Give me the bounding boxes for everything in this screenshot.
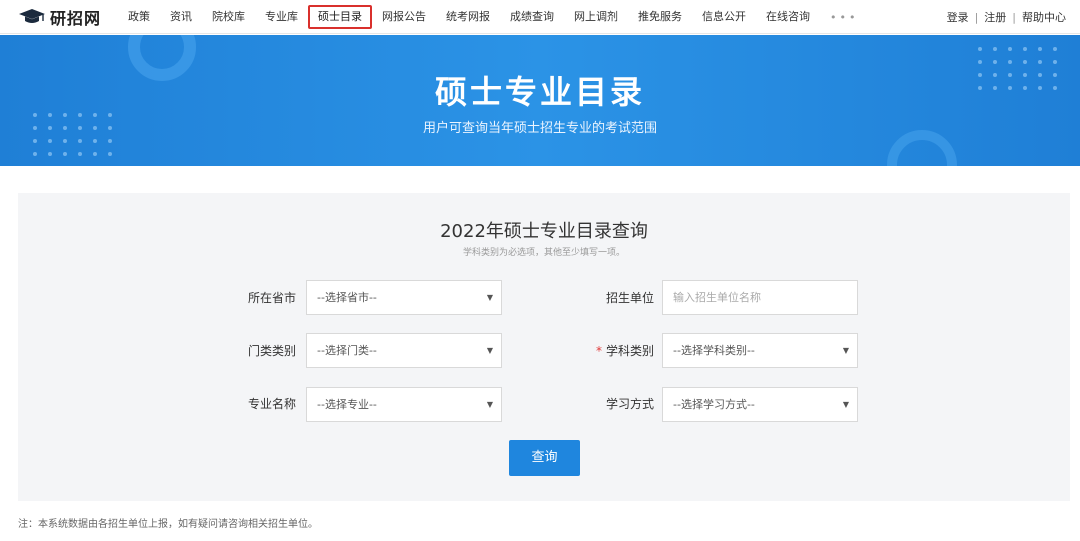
discipline-label-text: 学科类别 — [605, 344, 654, 358]
page-banner: 硕士专业目录 用户可查询当年硕士招生专业的考试范围 — [0, 35, 1080, 166]
province-select[interactable]: --选择省市-- ▼ — [306, 280, 502, 315]
nav-item-master-catalog[interactable]: 硕士目录 — [308, 5, 372, 29]
nav-item-announcements[interactable]: 网报公告 — [372, 5, 436, 29]
form-hint: 学科类别为必选项，其他至少填写一项。 — [462, 248, 625, 258]
register-link[interactable]: 注册 — [984, 9, 1006, 25]
nav-item-registration[interactable]: 统考网报 — [436, 5, 500, 29]
nav-item-disclosure[interactable]: 信息公开 — [692, 5, 756, 29]
site-logo[interactable]: 研招网 — [18, 6, 101, 28]
caret-down-icon: ▼ — [842, 400, 849, 409]
discipline-select[interactable]: --选择学科类别-- ▼ — [662, 333, 858, 368]
footer-note: 注：本系统数据由各招生单位上报，如有疑问请咨询相关招生单位。 — [18, 519, 318, 530]
brand-name: 研招网 — [50, 9, 102, 28]
query-button[interactable]: 查询 — [509, 440, 580, 476]
nav-item-scores[interactable]: 成绩查询 — [500, 5, 564, 29]
major-label: 专业名称 — [247, 397, 296, 411]
page-subtitle: 用户可查询当年硕士招生专业的考试范围 — [422, 121, 657, 136]
category-label: 门类类别 — [247, 344, 296, 358]
form-title: 2022年硕士专业目录查询 — [440, 221, 648, 242]
graduation-cap-icon — [19, 9, 45, 23]
major-select-value: --选择专业-- — [317, 398, 377, 411]
study-mode-label: 学习方式 — [605, 397, 654, 411]
discipline-select-value: --选择学科类别-- — [673, 344, 755, 357]
nav-item-adjustment[interactable]: 网上调剂 — [564, 5, 628, 29]
province-label: 所在省市 — [247, 291, 296, 305]
required-mark: * — [595, 344, 602, 358]
auth-separator: | — [974, 10, 979, 24]
caret-down-icon: ▼ — [486, 400, 493, 409]
unit-label: 招生单位 — [605, 291, 654, 305]
study-mode-select[interactable]: --选择学习方式-- ▼ — [662, 387, 858, 422]
nav-item-news[interactable]: 资讯 — [160, 5, 202, 29]
nav-item-consult[interactable]: 在线咨询 — [756, 5, 820, 29]
nav-item-schools[interactable]: 院校库 — [202, 5, 255, 29]
discipline-label: * 学科类别 — [564, 334, 654, 368]
category-select-value: --选择门类-- — [317, 344, 377, 357]
page-title: 硕士专业目录 — [434, 73, 645, 111]
top-navbar: 研招网 政策 资讯 院校库 专业库 硕士目录 网报公告 统考网报 成绩查询 网上… — [0, 0, 1080, 34]
caret-down-icon: ▼ — [842, 346, 849, 355]
unit-input-placeholder: 输入招生单位名称 — [673, 291, 761, 304]
caret-down-icon: ▼ — [486, 293, 493, 302]
login-link[interactable]: 登录 — [947, 9, 969, 25]
unit-input[interactable]: 输入招生单位名称 — [662, 280, 858, 315]
nav-item-recommendation[interactable]: 推免服务 — [628, 5, 692, 29]
more-icon[interactable]: ••• — [820, 11, 868, 24]
nav-item-majors[interactable]: 专业库 — [255, 5, 308, 29]
auth-links: 登录 | 注册 | 帮助中心 — [947, 0, 1066, 34]
province-select-value: --选择省市-- — [317, 291, 377, 304]
nav-item-policy[interactable]: 政策 — [118, 5, 160, 29]
study-mode-select-value: --选择学习方式-- — [673, 398, 755, 411]
main-nav: 政策 资讯 院校库 专业库 硕士目录 网报公告 统考网报 成绩查询 网上调剂 推… — [118, 0, 868, 34]
category-select[interactable]: --选择门类-- ▼ — [306, 333, 502, 368]
query-form-panel: 2022年硕士专业目录查询 学科类别为必选项，其他至少填写一项。 所在省市 --… — [18, 193, 1070, 501]
auth-separator: | — [1012, 10, 1016, 24]
major-select[interactable]: --选择专业-- ▼ — [306, 387, 502, 422]
help-link[interactable]: 帮助中心 — [1022, 9, 1066, 25]
caret-down-icon: ▼ — [486, 346, 493, 355]
